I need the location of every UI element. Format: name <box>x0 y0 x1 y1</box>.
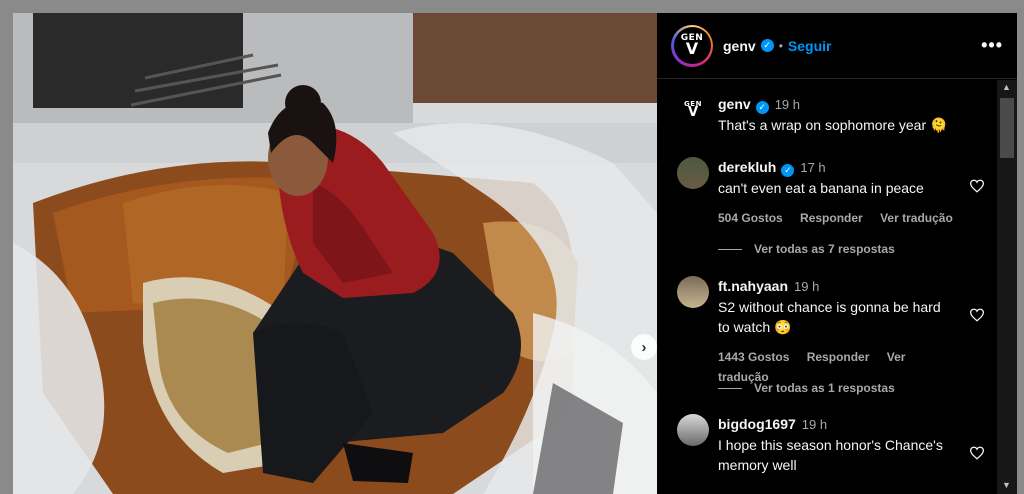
comment-username[interactable]: bigdog1697 <box>718 416 796 432</box>
avatar[interactable] <box>677 157 709 189</box>
likes-count[interactable]: 1443 Gostos <box>718 350 789 364</box>
comment-item: derekluh ✓ 17 h can't even eat a banana in… <box>671 157 997 228</box>
logo-text-bottom: V <box>685 39 699 59</box>
verified-badge-icon: ✓ <box>760 39 774 52</box>
post-modal: › GEN V genv ✓ • Seguir ••• GEN V genv ✓… <box>0 0 1024 494</box>
avatar[interactable]: GEN V <box>677 94 709 126</box>
view-replies-label[interactable]: Ver todas as 1 respostas <box>754 381 895 395</box>
comments-list: GEN V genv ✓ 19 h That's a wrap on sophomo… <box>657 80 997 494</box>
view-replies-button[interactable]: Ver todas as 7 respostas <box>718 242 895 256</box>
heart-icon[interactable] <box>969 308 985 322</box>
next-photo-button[interactable]: › <box>631 334 657 360</box>
separator-dot: • <box>778 38 783 53</box>
divider-line <box>718 248 742 250</box>
reply-button[interactable]: Responder <box>807 350 870 364</box>
more-options-icon[interactable]: ••• <box>981 35 1003 56</box>
genv-logo: GEN V <box>673 27 711 64</box>
chevron-right-icon: › <box>641 338 647 356</box>
comment-username[interactable]: ft.nahyaan <box>718 278 788 294</box>
avatar[interactable] <box>677 276 709 308</box>
comments-scrollbar[interactable]: ▲ ▼ <box>997 80 1017 494</box>
caption-username[interactable]: genv <box>718 96 751 112</box>
post-photo: › <box>13 13 657 494</box>
scrollbar-thumb[interactable] <box>1000 98 1014 158</box>
comment-username[interactable]: derekluh <box>718 159 776 175</box>
scroll-up-icon[interactable]: ▲ <box>1002 82 1011 92</box>
comment-item: bigdog1697 19 h I hope this season honor'… <box>671 414 997 475</box>
translate-button[interactable]: Ver tradução <box>880 211 953 225</box>
comment-time[interactable]: 19 h <box>794 279 819 294</box>
divider-line <box>718 387 742 389</box>
avatar[interactable]: GEN V <box>671 24 713 67</box>
logo-text-bottom: V <box>687 105 699 121</box>
view-replies-button[interactable]: Ver todas as 1 respostas <box>718 381 895 395</box>
avatar[interactable] <box>677 414 709 446</box>
comment-time[interactable]: 19 h <box>802 417 827 432</box>
comment-item: ft.nahyaan 19 h S2 without chance is gonn… <box>671 276 997 387</box>
caption-text: That's a wrap on sophomore year 🫠 <box>718 117 948 133</box>
heart-icon[interactable] <box>969 179 985 193</box>
comments-panel: GEN V genv ✓ • Seguir ••• GEN V genv ✓ 19 … <box>657 13 1017 494</box>
comment-text: I hope this season honor's Chance's memo… <box>718 437 943 473</box>
scroll-down-icon[interactable]: ▼ <box>1002 480 1011 490</box>
follow-button[interactable]: Seguir <box>788 38 832 54</box>
comment-text: S2 without chance is gonna be hard to wa… <box>718 299 941 335</box>
caption-time[interactable]: 19 h <box>775 97 800 112</box>
comment-time[interactable]: 17 h <box>800 160 825 175</box>
post-header: GEN V genv ✓ • Seguir ••• <box>657 13 1017 79</box>
verified-badge-icon: ✓ <box>781 163 795 177</box>
post-username[interactable]: genv <box>723 38 756 54</box>
verified-badge-icon: ✓ <box>755 100 769 114</box>
heart-icon[interactable] <box>969 446 985 460</box>
view-replies-label[interactable]: Ver todas as 7 respostas <box>754 242 895 256</box>
reply-button[interactable]: Responder <box>800 211 863 225</box>
comment-text: can't even eat a banana in peace <box>718 180 924 196</box>
likes-count[interactable]: 504 Gostos <box>718 211 783 225</box>
caption: GEN V genv ✓ 19 h That's a wrap on sophomo… <box>671 94 997 135</box>
